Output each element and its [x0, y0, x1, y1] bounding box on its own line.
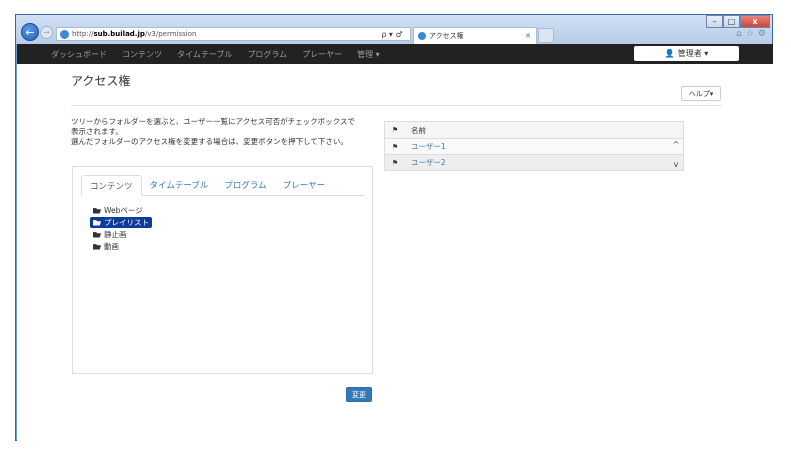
flag-icon: ⚑ — [391, 126, 399, 134]
back-arrow-icon[interactable]: ← — [21, 23, 39, 41]
tab-permission[interactable]: アクセス権 ✕ — [413, 27, 537, 44]
scroll-up-icon[interactable]: ^ — [673, 140, 680, 149]
address-tools[interactable]: ρ ▾ ♂ — [374, 27, 410, 41]
top-navbar: ダッシュボード コンテンツ タイムテーブル プログラム プレーヤー 管理 ▾ 👤… — [17, 44, 773, 64]
tree-item-label: 静止画 — [104, 230, 127, 239]
folder-tree-panel: コンテンツ タイムテーブル プログラム プレーヤー Webページ プレイリスト … — [72, 166, 373, 374]
minimize-button[interactable]: – — [706, 15, 723, 28]
browser-window: – □ x ← → http:// sub.builad.jp /v3/perm… — [15, 14, 773, 441]
close-window-button[interactable]: x — [740, 15, 770, 28]
nav-admin-dropdown[interactable]: 管理 ▾ — [357, 49, 380, 60]
url-host: sub.builad.jp — [93, 30, 145, 38]
tree-item-label: 動画 — [104, 242, 119, 251]
instructions-text: ツリーからフォルダーを選ぶと、ユーザー一覧にアクセス可否がチェックボックスで 表… — [71, 117, 371, 147]
table-header-row: ⚑ 名前 — [385, 122, 683, 138]
scroll-down-icon[interactable]: v — [674, 160, 679, 169]
maximize-button[interactable]: □ — [723, 15, 740, 28]
forward-arrow-icon[interactable]: → — [40, 26, 53, 39]
tree-item-playlist[interactable]: プレイリスト — [90, 217, 152, 228]
site-favicon-icon — [60, 29, 69, 39]
user-menu-label: 管理者 ▾ — [677, 49, 709, 58]
change-button[interactable]: 変更 — [346, 387, 372, 402]
settings-gear-icon[interactable]: ⚙ — [758, 29, 766, 39]
table-scrollbar[interactable]: ^ v — [669, 138, 683, 171]
tree-item-webpage[interactable]: Webページ — [93, 205, 152, 216]
new-tab-button[interactable] — [538, 28, 554, 43]
nav-dashboard[interactable]: ダッシュボード — [51, 49, 107, 60]
home-icon[interactable]: ⌂ — [736, 29, 742, 39]
user-name-link[interactable]: ユーザー2 — [405, 157, 683, 168]
tree-item-label: プレイリスト — [104, 218, 149, 227]
tab-title: アクセス権 — [429, 32, 464, 40]
column-header-name: 名前 — [411, 125, 426, 135]
nav-player[interactable]: プレーヤー — [302, 49, 342, 60]
browser-right-icons: ⌂ ☆ ⚙ — [736, 29, 766, 39]
folder-icon — [93, 208, 101, 214]
tab-contents[interactable]: コンテンツ — [81, 175, 142, 196]
nav-contents[interactable]: コンテンツ — [122, 49, 162, 60]
flag-icon: ⚑ — [391, 142, 399, 151]
tab-close-icon[interactable]: ✕ — [525, 32, 531, 40]
folder-icon — [93, 220, 101, 226]
user-name-link[interactable]: ユーザー1 — [405, 141, 683, 152]
tab-timetable[interactable]: タイムテーブル — [142, 175, 217, 196]
page-title: アクセス権 — [71, 74, 131, 88]
instructions-line: 表示されます。 — [71, 127, 123, 136]
url-prefix: http:// — [72, 30, 94, 38]
instructions-line: 選んだフォルダーのアクセス権を変更する場合は、変更ボタンを押下して下さい。 — [71, 137, 348, 146]
tab-favicon-icon — [418, 32, 426, 40]
tab-player[interactable]: プレーヤー — [275, 175, 334, 196]
url-path: /v3/permission — [144, 30, 197, 38]
folder-tree: Webページ プレイリスト 静止画 動画 — [90, 205, 152, 253]
flag-icon: ⚑ — [391, 158, 399, 167]
table-row[interactable]: ⚑ ユーザー2 — [385, 154, 683, 170]
address-bar[interactable]: http:// sub.builad.jp /v3/permission — [56, 27, 411, 41]
nav-program[interactable]: プログラム — [247, 49, 287, 60]
help-dropdown-button[interactable]: ヘルプ▾ — [681, 86, 721, 101]
folder-icon — [93, 244, 101, 250]
window-controls: – □ x — [706, 15, 770, 28]
favorites-star-icon[interactable]: ☆ — [746, 29, 754, 39]
category-tabs: コンテンツ タイムテーブル プログラム プレーヤー — [81, 175, 365, 196]
instructions-line: ツリーからフォルダーを選ぶと、ユーザー一覧にアクセス可否がチェックボックスで — [71, 117, 355, 126]
tree-item-still-image[interactable]: 静止画 — [93, 229, 152, 240]
user-permission-table: ⚑ 名前 ⚑ ユーザー1 ⚑ ユーザー2 ^ v — [384, 121, 684, 171]
table-row[interactable]: ⚑ ユーザー1 — [385, 138, 683, 154]
tree-item-video[interactable]: 動画 — [93, 241, 152, 252]
title-divider — [71, 105, 722, 106]
user-icon: 👤 — [664, 49, 675, 58]
tab-program[interactable]: プログラム — [216, 175, 274, 196]
page-viewport: ダッシュボード コンテンツ タイムテーブル プログラム プレーヤー 管理 ▾ 👤… — [17, 44, 773, 441]
nav-timetable[interactable]: タイムテーブル — [177, 49, 232, 60]
folder-icon — [93, 232, 101, 238]
tree-item-label: Webページ — [104, 206, 143, 215]
user-menu-button[interactable]: 👤 管理者 ▾ — [634, 46, 739, 61]
browser-chrome: – □ x ← → http:// sub.builad.jp /v3/perm… — [16, 15, 772, 44]
